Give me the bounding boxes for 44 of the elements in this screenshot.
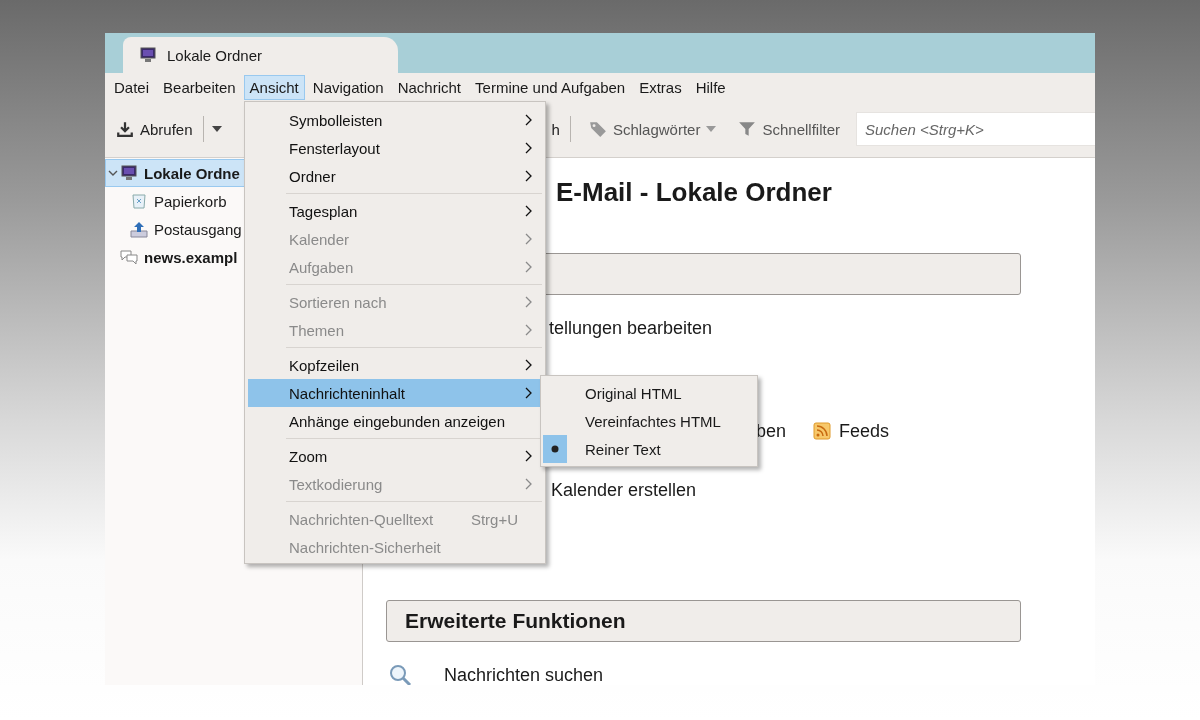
tags-button[interactable]: Schlagwörter xyxy=(582,116,723,142)
shortcut-text: Strg+U xyxy=(470,510,518,528)
radio-menu-item[interactable]: Reiner Text xyxy=(543,435,755,463)
download-icon xyxy=(116,120,134,138)
rss-icon xyxy=(813,422,832,440)
menu-item[interactable]: Nachrichteninhalt xyxy=(248,379,542,407)
search-icon xyxy=(388,663,412,685)
outbox-icon xyxy=(130,220,148,238)
caret-icon[interactable] xyxy=(211,126,222,132)
menu-item[interactable]: Kopfzeilen xyxy=(248,351,542,379)
toolbar-button-text[interactable]: h xyxy=(551,120,560,138)
caret-icon xyxy=(706,126,717,132)
radio-menu-item[interactable]: Vereinfachtes HTML xyxy=(543,407,755,435)
menu-bar-item[interactable]: Ansicht xyxy=(243,74,305,100)
menu-item[interactable]: Fensterlayout xyxy=(248,134,542,162)
radio-menu-item[interactable]: Original HTML xyxy=(543,379,755,407)
menu-bar-item[interactable]: Datei xyxy=(108,74,156,100)
menu-bar-item[interactable]: Bearbeiten xyxy=(157,74,242,100)
tag-icon xyxy=(588,120,607,138)
section-header: Erweiterte Funktionen xyxy=(386,600,1021,642)
menu-bar-item[interactable]: Navigation xyxy=(306,74,390,100)
get-messages-button[interactable]: Abrufen xyxy=(110,116,199,142)
menu-item[interactable]: Symbolleisten xyxy=(248,106,542,134)
menu-item[interactable]: Anhänge eingebunden anzeigen xyxy=(248,407,542,435)
search-messages-link[interactable]: Nachrichten suchen xyxy=(388,663,604,685)
monitor-icon xyxy=(120,164,138,182)
monitor-icon xyxy=(139,46,157,64)
quick-filter-button[interactable]: Schnellfilter xyxy=(732,116,846,142)
window-tab[interactable]: Lokale Ordner xyxy=(123,37,398,73)
feeds-link[interactable]: Feeds xyxy=(813,419,890,443)
menu-bar-item[interactable]: Termine und Aufgaben xyxy=(469,74,632,100)
menu-bar-item[interactable]: Hilfe xyxy=(689,74,732,100)
filter-icon xyxy=(738,120,757,138)
menu-bar-item[interactable]: Nachricht xyxy=(391,74,468,100)
trash-icon xyxy=(130,192,148,210)
chat-bubbles-icon xyxy=(120,248,138,266)
menu-bar-item[interactable]: Extras xyxy=(633,74,688,100)
menu-item[interactable]: Zoom xyxy=(248,442,542,470)
menu-item[interactable]: Tagesplan xyxy=(248,197,542,225)
chevron-icon[interactable] xyxy=(108,168,118,178)
page-heading: E-Mail - Lokale Ordner xyxy=(556,176,833,208)
action-link[interactable]: tellungen bearbeiten xyxy=(549,316,713,340)
search-field[interactable]: Suchen <Strg+K> xyxy=(856,112,1095,146)
action-link[interactable]: Kalender erstellen xyxy=(551,478,697,502)
